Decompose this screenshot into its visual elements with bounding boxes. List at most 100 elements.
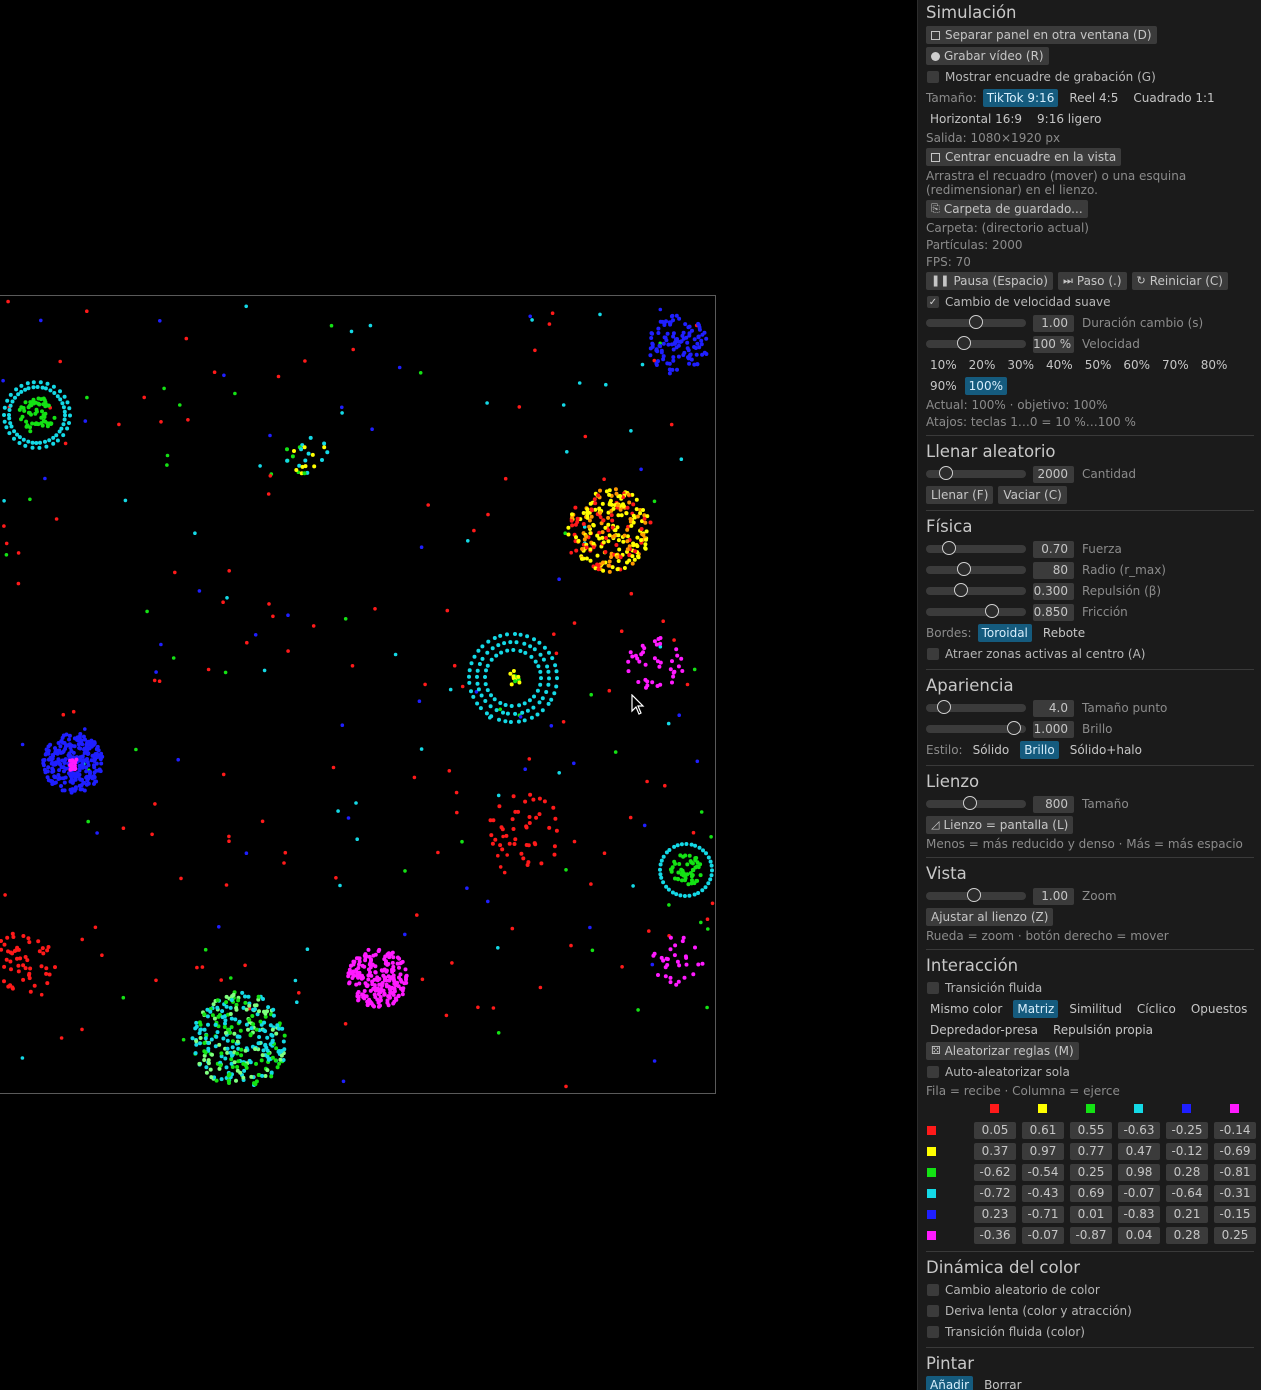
smooth-transition-checkbox[interactable]: Transición fluida <box>926 979 1042 997</box>
checkbox[interactable] <box>927 1326 939 1338</box>
matrix-cell[interactable]: 0.77 <box>1070 1143 1112 1160</box>
checkbox[interactable] <box>927 1305 939 1317</box>
size-option[interactable]: Cuadrado 1:1 <box>1129 89 1218 107</box>
restart-button[interactable]: ↻ Reiniciar (C) <box>1131 272 1228 290</box>
matrix-cell[interactable]: -0.07 <box>1022 1227 1064 1244</box>
matrix-cell[interactable]: -0.81 <box>1214 1164 1256 1181</box>
center-frame-button[interactable]: Centrar encuadre en la vista <box>926 148 1122 166</box>
matrix-cell[interactable]: -0.25 <box>1166 1122 1208 1139</box>
matrix-cell[interactable]: -0.15 <box>1214 1206 1256 1223</box>
matrix-cell[interactable]: -0.64 <box>1166 1185 1208 1202</box>
force-slider[interactable] <box>926 540 1026 558</box>
matrix-cell[interactable]: 0.61 <box>1022 1122 1064 1139</box>
matrix-cell[interactable]: 0.25 <box>1070 1164 1112 1181</box>
speed-option[interactable]: 60% <box>1119 356 1154 374</box>
matrix-cell[interactable]: 0.28 <box>1166 1164 1208 1181</box>
matrix-cell[interactable]: -0.43 <box>1022 1185 1064 1202</box>
matrix-cell[interactable]: 0.21 <box>1166 1206 1208 1223</box>
simulation-canvas[interactable] <box>0 0 917 1390</box>
fill-button[interactable]: Llenar (F) <box>926 486 994 504</box>
matrix-cell[interactable]: 0.47 <box>1118 1143 1160 1160</box>
speed-option[interactable]: 100% <box>964 377 1007 395</box>
matrix-cell[interactable]: 0.69 <box>1070 1185 1112 1202</box>
canvas-screen-button[interactable]: ◿ Lienzo = pantalla (L) <box>926 816 1074 834</box>
point-size-value[interactable]: 4.0 <box>1033 699 1074 717</box>
radius-slider[interactable] <box>926 561 1026 579</box>
size-option[interactable]: TikTok 9:16 <box>982 89 1059 107</box>
matrix-cell[interactable]: -0.87 <box>1070 1227 1112 1244</box>
canvas-size-value[interactable]: 800 <box>1033 795 1074 813</box>
step-button[interactable]: ⏭ Paso (.) <box>1057 272 1127 290</box>
friction-value[interactable]: 0.850 <box>1033 603 1074 621</box>
speed-option[interactable]: 70% <box>1158 356 1193 374</box>
empty-button[interactable]: Vaciar (C) <box>998 486 1067 504</box>
mode-option[interactable]: Matriz <box>1013 1000 1059 1018</box>
matrix-cell[interactable]: 0.55 <box>1070 1122 1112 1139</box>
checkbox[interactable] <box>927 648 939 660</box>
mode-option[interactable]: Mismo color <box>926 1000 1006 1018</box>
matrix-cell[interactable]: 0.04 <box>1118 1227 1160 1244</box>
matrix-cell[interactable]: 0.98 <box>1118 1164 1160 1181</box>
color-transition-checkbox[interactable]: Transición fluida (color) <box>926 1323 1085 1341</box>
brightness-value[interactable]: 1.000 <box>1033 720 1074 738</box>
brightness-slider[interactable] <box>926 720 1026 738</box>
speed-option[interactable]: 90% <box>926 377 961 395</box>
matrix-cell[interactable]: 0.01 <box>1070 1206 1112 1223</box>
matrix-cell[interactable]: 0.25 <box>1214 1227 1256 1244</box>
speed-option[interactable]: 10% <box>926 356 961 374</box>
friction-slider[interactable] <box>926 603 1026 621</box>
speed-option[interactable]: 20% <box>965 356 1000 374</box>
force-value[interactable]: 0.70 <box>1033 540 1074 558</box>
fit-canvas-button[interactable]: Ajustar al lienzo (Z) <box>926 908 1054 926</box>
repulsion-value[interactable]: 0.300 <box>1033 582 1074 600</box>
save-folder-button[interactable]: ⎘ Carpeta de guardado... <box>926 200 1088 218</box>
quantity-value[interactable]: 2000 <box>1033 465 1074 483</box>
slow-drift-checkbox[interactable]: Deriva lenta (color y atracción) <box>926 1302 1132 1320</box>
duration-slider[interactable] <box>926 314 1026 332</box>
size-option[interactable]: Reel 4:5 <box>1065 89 1122 107</box>
check-icon[interactable]: ✓ <box>927 296 939 308</box>
matrix-cell[interactable]: -0.12 <box>1166 1143 1208 1160</box>
speed-slider[interactable] <box>926 335 1026 353</box>
speed-option[interactable]: 50% <box>1081 356 1116 374</box>
matrix-cell[interactable]: -0.36 <box>974 1227 1016 1244</box>
size-option[interactable]: 9:16 ligero <box>1033 110 1105 128</box>
repulsion-slider[interactable] <box>926 582 1026 600</box>
canvas-size-slider[interactable] <box>926 795 1026 813</box>
randomize-rules-button[interactable]: ⚄ Aleatorizar reglas (M) <box>926 1042 1079 1060</box>
record-video-button[interactable]: Grabar vídeo (R) <box>926 47 1049 65</box>
attract-center-checkbox[interactable]: Atraer zonas activas al centro (A) <box>926 645 1146 663</box>
duration-value[interactable]: 1.00 <box>1033 314 1074 332</box>
random-color-checkbox[interactable]: Cambio aleatorio de color <box>926 1281 1100 1299</box>
point-size-slider[interactable] <box>926 699 1026 717</box>
style-option[interactable]: Brillo <box>1020 741 1059 759</box>
checkbox[interactable] <box>927 71 939 83</box>
paint-option[interactable]: Borrar <box>980 1376 1026 1390</box>
matrix-cell[interactable]: 0.97 <box>1022 1143 1064 1160</box>
mode-option[interactable]: Opuestos <box>1187 1000 1252 1018</box>
show-frame-checkbox[interactable]: Mostrar encuadre de grabación (G) <box>926 68 1156 86</box>
detach-panel-button[interactable]: Separar panel en otra ventana (D) <box>926 26 1157 44</box>
matrix-cell[interactable]: -0.62 <box>974 1164 1016 1181</box>
speed-value[interactable]: 100 % <box>1033 335 1074 353</box>
border-option[interactable]: Rebote <box>1039 624 1089 642</box>
mode-option[interactable]: Depredador-presa <box>926 1021 1042 1039</box>
matrix-cell[interactable]: 0.37 <box>974 1143 1016 1160</box>
matrix-cell[interactable]: -0.83 <box>1118 1206 1160 1223</box>
checkbox[interactable] <box>927 1284 939 1296</box>
auto-randomize-checkbox[interactable]: Auto-aleatorizar sola <box>926 1063 1070 1081</box>
size-option[interactable]: Horizontal 16:9 <box>926 110 1026 128</box>
matrix-cell[interactable]: -0.54 <box>1022 1164 1064 1181</box>
matrix-cell[interactable]: 0.28 <box>1166 1227 1208 1244</box>
zoom-value[interactable]: 1.00 <box>1033 887 1074 905</box>
radius-value[interactable]: 80 <box>1033 561 1074 579</box>
mode-option[interactable]: Similitud <box>1065 1000 1126 1018</box>
pause-button[interactable]: ❚❚ Pausa (Espacio) <box>926 272 1053 290</box>
speed-option[interactable]: 40% <box>1042 356 1077 374</box>
mode-option[interactable]: Cíclico <box>1133 1000 1180 1018</box>
matrix-cell[interactable]: -0.07 <box>1118 1185 1160 1202</box>
matrix-cell[interactable]: -0.69 <box>1214 1143 1256 1160</box>
matrix-cell[interactable]: 0.23 <box>974 1206 1016 1223</box>
quantity-slider[interactable] <box>926 465 1026 483</box>
matrix-cell[interactable]: -0.72 <box>974 1185 1016 1202</box>
